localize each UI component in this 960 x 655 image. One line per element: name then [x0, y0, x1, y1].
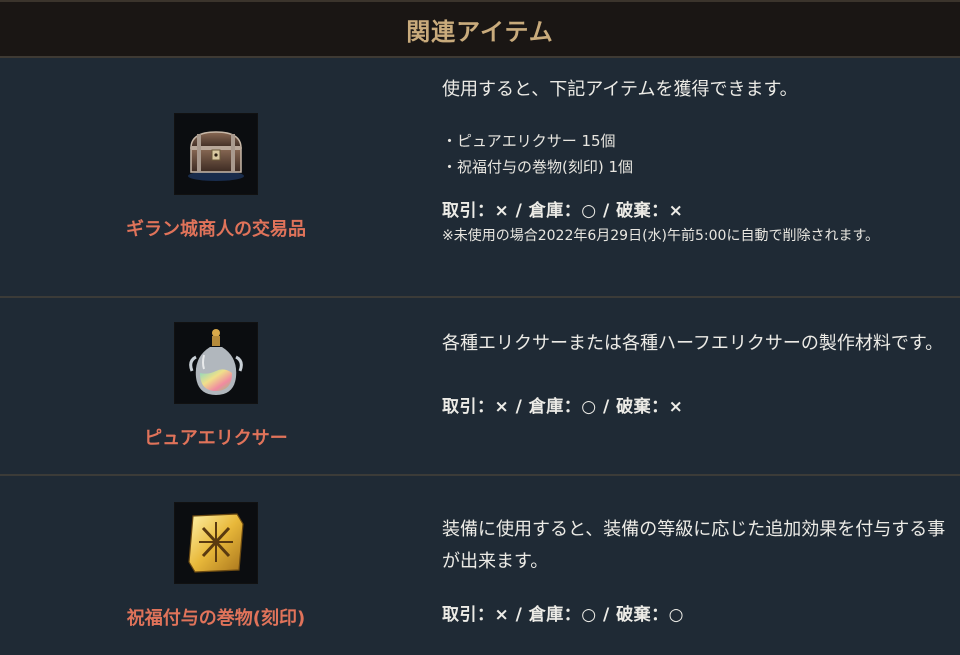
elixir-flask-icon [174, 322, 258, 404]
item-description: 装備に使用すると、装備の等級に応じた追加効果を付与する事が出来ます。 [442, 519, 946, 572]
item-trade-status: 取引：× / 倉庫：○ / 破棄：× [442, 201, 684, 221]
item-trade-status: 取引：× / 倉庫：○ / 破棄：× [442, 397, 684, 417]
item-row: ピュアエリクサー 各種エリクサーまたは各種ハーフエリクサーの製作材料です。 取引… [0, 298, 960, 476]
item-row: ギラン城商人の交易品 使用すると、下記アイテムを獲得できます。 ・ピュアエリクサ… [0, 58, 960, 298]
item-trade-status: 取引：× / 倉庫：○ / 破棄：○ [442, 605, 685, 625]
panel-header: 関連アイテム [0, 0, 960, 58]
item-detail: 装備に使用すると、装備の等級に応じた追加効果を付与する事が出来ます。 取引：× … [432, 476, 960, 655]
panel-title: 関連アイテム [406, 17, 554, 46]
list-item: ・ピュアエリクサー 15個 [442, 132, 616, 150]
item-name: ギラン城商人の交易品 [126, 219, 306, 240]
item-row: 祝福付与の巻物(刻印) 装備に使用すると、装備の等級に応じた追加効果を付与する事… [0, 476, 960, 655]
list-item: ・祝福付与の巻物(刻印) 1個 [442, 158, 634, 176]
item-contents-list: ・ピュアエリクサー 15個 ・祝福付与の巻物(刻印) 1個 [442, 128, 946, 180]
item-detail: 使用すると、下記アイテムを獲得できます。 ・ピュアエリクサー 15個 ・祝福付与… [432, 58, 960, 296]
item-name: 祝福付与の巻物(刻印) [126, 607, 306, 629]
item-description: 各種エリクサーまたは各種ハーフエリクサーの製作材料です。 [442, 333, 944, 354]
item-cell: 祝福付与の巻物(刻印) [0, 476, 432, 655]
item-detail: 各種エリクサーまたは各種ハーフエリクサーの製作材料です。 取引：× / 倉庫：○… [432, 298, 960, 474]
item-name: ピュアエリクサー [144, 428, 288, 449]
scroll-icon [174, 501, 258, 584]
item-cell: ピュアエリクサー [0, 298, 432, 474]
item-description: 使用すると、下記アイテムを獲得できます。 [442, 79, 798, 100]
related-items-panel: 関連アイテム ギラン城商人の交易品 使用すると、下記アイテムを獲得できます。 ・… [0, 0, 960, 655]
item-expiry-note: ※未使用の場合2022年6月29日(水)午前5:00に自動で削除されます。 [442, 228, 880, 244]
item-cell: ギラン城商人の交易品 [0, 58, 432, 296]
treasure-chest-icon [174, 113, 258, 195]
